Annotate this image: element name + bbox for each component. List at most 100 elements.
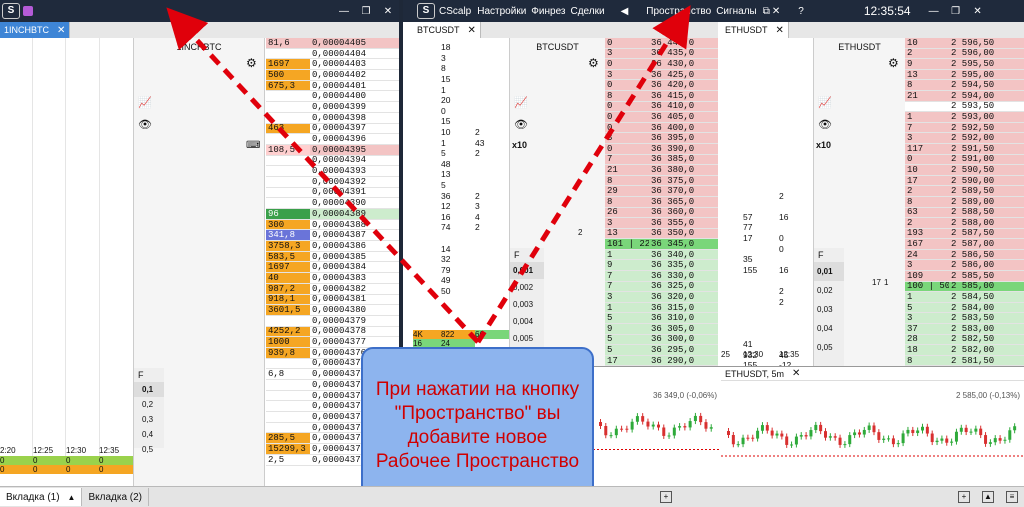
ladder-row[interactable]: 8 36 365,0 [605,196,718,208]
ladder-row[interactable]: 463 0,00004397 [266,123,399,135]
filter-option[interactable]: 0,5 [134,442,164,457]
tab-ethusdt[interactable]: ETHUSDT ✕ [721,22,789,38]
filter-option[interactable]: 0,01 [814,262,844,281]
filter-option[interactable]: 0,002 [510,279,544,296]
menu-signals[interactable]: Сигналы [716,6,757,17]
ladder-row[interactable]: 22 589,50 [905,186,1024,197]
ladder-row[interactable]: 28 2 582,50 [905,334,1024,346]
ladder-row[interactable]: 5 36 295,0 [605,345,718,356]
filter-dropdown[interactable]: F [814,248,844,262]
filter-option[interactable]: 0,02 [814,281,844,300]
close-tab-icon[interactable]: ✕ [776,25,784,36]
ladder-row[interactable]: 0 36 420,0 [605,80,718,91]
ladder-row[interactable]: 117 2 591,50 [905,143,1024,155]
filter-option[interactable]: 0,005 [510,330,544,347]
minimize-button[interactable]: — [923,6,945,17]
chart-toggle-icon[interactable]: 📈 [514,96,528,109]
link-windows-icon[interactable]: ⧉ [763,6,770,17]
filter-option[interactable]: 0,1 [134,382,164,397]
ladder-row[interactable]: 82 581,50 [905,355,1024,367]
ladder-row[interactable]: 72 592,50 [905,122,1024,134]
price-ladder[interactable]: 10 2 596,50 2 2 596,00 9 2 595,50 13 2 595,00 8 2… [905,38,1024,367]
ladder-row[interactable]: 12 593,00 [905,112,1024,123]
maximize-button[interactable]: ❐ [355,6,377,17]
ladder-row[interactable]: 0,00004394 [266,156,399,167]
tab-1inchbtc[interactable]: 1INCHBTC ✕ [0,22,71,38]
filter-option[interactable]: 0,05 [814,338,844,357]
ladder-row[interactable]: 0,00004390 [266,198,399,209]
ladder-row[interactable]: 17 36 290,0 [605,355,718,367]
filter-box[interactable]: F 0,01 0,02 0,03 0,04 0,05 [814,248,844,366]
ladder-row[interactable]: 0,00004393 [266,166,399,177]
ladder-row[interactable]: 101 | 22 36 345,0 [605,239,718,250]
eye-icon[interactable]: 👁 [514,118,528,131]
ladder-row[interactable]: 7 36 325,0 [605,281,718,293]
color-indicator-icon[interactable] [23,6,33,16]
ladder-row[interactable]: 193 2 587,50 [905,228,1024,240]
minimize-button[interactable]: — [333,6,355,17]
ladder-row[interactable]: 52 584,00 [905,302,1024,314]
filter-option[interactable]: 0,4 [134,427,164,442]
ladder-row[interactable]: 300 0,00004388 [266,219,399,231]
filter-option[interactable]: 0,3 [134,412,164,427]
filter-box[interactable]: F 0,001 0,002 0,003 0,004 0,005 [510,248,544,358]
ladder-row[interactable]: 81,6 0,00004405 [266,38,399,49]
ladder-row[interactable]: 10 2 596,50 [905,38,1024,49]
menu-settings[interactable]: Настройки [477,6,526,17]
ladder-row[interactable]: 02 591,00 [905,154,1024,166]
ladder-row[interactable]: 0,00004398 [266,113,399,124]
eth-candle-chart[interactable]: ETHUSDT, 5m ✕ 2 585,00 (-0,13%) [721,366,1024,486]
btc-candle-chart[interactable]: 36 349,0 (-0,06%) [593,366,721,486]
ladder-row[interactable]: 96 0,00004389 [266,209,399,220]
ladder-row[interactable]: 2 593,50 [905,102,1024,113]
chart-icon[interactable]: ▲ [982,491,994,503]
ladder-row[interactable]: 22 596,00 [905,48,1024,60]
filter-option[interactable]: 0,004 [510,313,544,330]
ladder-row[interactable]: 22 588,00 [905,218,1024,229]
settings-gear-icon[interactable]: ⚙ [588,56,602,70]
ladder-row[interactable]: 1 36 315,0 [605,302,718,314]
ladder-row[interactable]: 918,1 0,00004381 [266,294,399,306]
tab-workspace-2[interactable]: Вкладка (2) [82,488,150,506]
ladder-row[interactable]: 82 594,50 [905,80,1024,91]
ladder-row[interactable]: 40 0,00004383 [266,273,399,284]
ladder-row[interactable]: 1697 0,00004403 [266,59,399,71]
settings-gear-icon[interactable]: ⚙ [246,56,260,70]
ladder-row[interactable]: 32 583,50 [905,313,1024,325]
layout-icon[interactable]: ≡ [1006,491,1018,503]
ladder-row[interactable]: 0 36 405,0 [605,112,718,123]
ladder-row[interactable]: 3 36 395,0 [605,133,718,144]
filter-option[interactable]: 0,001 [510,262,544,279]
filter-option[interactable]: 0,04 [814,319,844,338]
ladder-row[interactable]: 583,5 0,00004385 [266,251,399,263]
close-tab-icon[interactable]: ✕ [468,25,476,36]
settings-gear-icon[interactable]: ⚙ [888,56,902,70]
chart-toggle-icon[interactable]: 📈 [818,96,832,109]
ladder-row[interactable]: 0,00004399 [266,102,399,113]
ladder-row[interactable]: 9 36 305,0 [605,324,718,335]
ladder-row[interactable]: 32 586,00 [905,260,1024,272]
ladder-row[interactable]: 0 36 440,0 [605,38,718,49]
ladder-row[interactable]: 82 589,00 [905,196,1024,208]
ladder-row[interactable]: 18 2 582,00 [905,345,1024,356]
close-menu-icon[interactable]: ✕ [772,6,780,17]
add-panel-icon[interactable]: + [660,491,672,503]
maximize-button[interactable]: ❐ [945,6,967,17]
ladder-row[interactable]: 13 2 595,00 [905,69,1024,81]
ladder-row[interactable]: 500 0,00004402 [266,70,399,81]
ladder-row[interactable]: 63 2 588,50 [905,207,1024,219]
ladder-row[interactable]: 0 36 400,0 [605,122,718,134]
keyboard-icon[interactable]: ⌨ [246,140,260,152]
eye-icon[interactable]: 👁 [138,118,152,131]
ladder-row[interactable]: 1697 0,00004384 [266,262,399,274]
ladder-row[interactable]: 12 584,50 [905,292,1024,303]
help-button[interactable]: ? [798,6,804,17]
price-ladder[interactable]: 0 36 440,0 3 36 435,0 0 36 430,0 3 36 425,0 0 36 … [605,38,718,367]
ladder-row[interactable]: 675,3 0,00004401 [266,80,399,92]
ladder-row[interactable]: 109 2 585,50 [905,271,1024,282]
ladder-row[interactable]: 8 36 415,0 [605,90,718,102]
ladder-row[interactable]: 3 36 320,0 [605,292,718,303]
ladder-row[interactable]: 987,2 0,00004382 [266,283,399,295]
filter-dropdown[interactable]: F [134,368,164,382]
chart-toggle-icon[interactable]: 📈 [138,96,152,109]
